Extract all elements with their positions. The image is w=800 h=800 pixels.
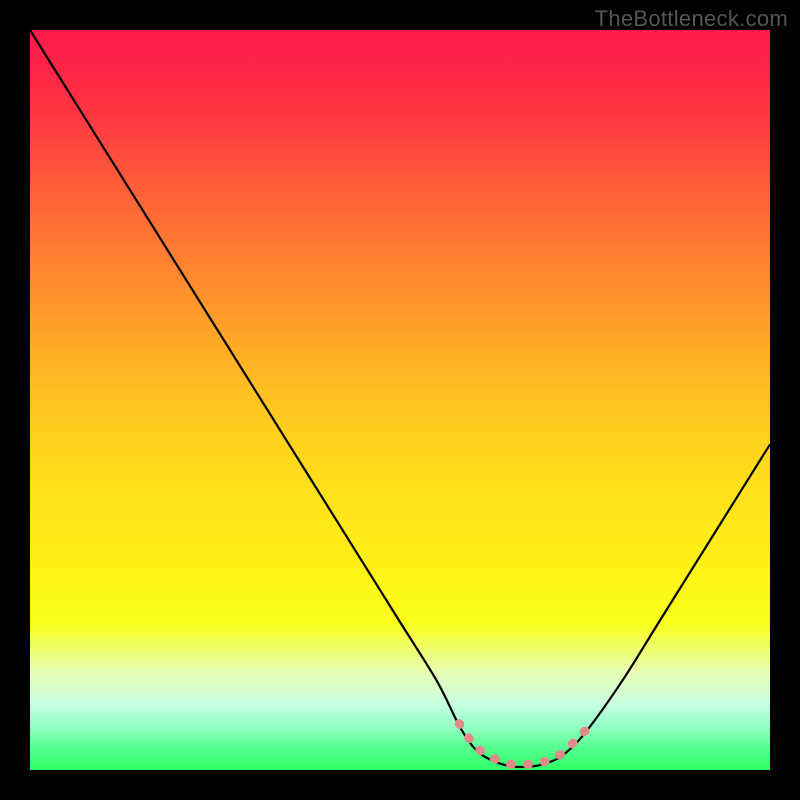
- chart-frame: TheBottleneck.com: [0, 0, 800, 800]
- chart-svg: [30, 30, 770, 770]
- threshold-dots: [459, 724, 585, 765]
- watermark-text: TheBottleneck.com: [595, 6, 788, 32]
- bottleneck-curve: [30, 30, 770, 767]
- chart-plot-area: [30, 30, 770, 770]
